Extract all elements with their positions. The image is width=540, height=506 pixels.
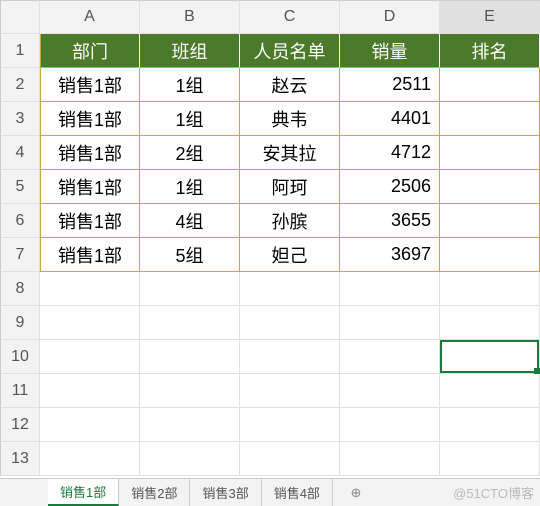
select-all-corner[interactable] — [0, 0, 40, 34]
cell-B5[interactable]: 1组 — [140, 170, 240, 204]
cell-A11[interactable] — [40, 374, 140, 408]
cell-C10[interactable] — [240, 340, 340, 374]
table-header-people[interactable]: 人员名单 — [240, 34, 340, 68]
cell-B10[interactable] — [140, 340, 240, 374]
table-header-dept[interactable]: 部门 — [40, 34, 140, 68]
cell-C3[interactable]: 典韦 — [240, 102, 340, 136]
cell-B7[interactable]: 5组 — [140, 238, 240, 272]
spreadsheet-grid: A B C D E 1部门班组人员名单销量排名2销售1部1组赵云25113销售1… — [0, 0, 540, 476]
cell-E11[interactable] — [440, 374, 540, 408]
table-header-rank[interactable]: 排名 — [440, 34, 540, 68]
cell-E5[interactable] — [440, 170, 540, 204]
col-header-E[interactable]: E — [440, 0, 540, 34]
plus-icon: ⊕ — [350, 485, 361, 501]
cell-E13[interactable] — [440, 442, 540, 476]
cell-A8[interactable] — [40, 272, 140, 306]
cell-D8[interactable] — [340, 272, 440, 306]
cell-C13[interactable] — [240, 442, 340, 476]
cell-D13[interactable] — [340, 442, 440, 476]
cell-B4[interactable]: 2组 — [140, 136, 240, 170]
table-header-sales[interactable]: 销量 — [340, 34, 440, 68]
cell-A7[interactable]: 销售1部 — [40, 238, 140, 272]
row-header-4[interactable]: 4 — [0, 136, 40, 170]
row-header-3[interactable]: 3 — [0, 102, 40, 136]
cell-C8[interactable] — [240, 272, 340, 306]
row-header-9[interactable]: 9 — [0, 306, 40, 340]
cell-D6[interactable]: 3655 — [340, 204, 440, 238]
cell-E10[interactable] — [440, 340, 540, 374]
cell-B2[interactable]: 1组 — [140, 68, 240, 102]
cell-D3[interactable]: 4401 — [340, 102, 440, 136]
cell-B6[interactable]: 4组 — [140, 204, 240, 238]
sheet-tab-1[interactable]: 销售2部 — [119, 479, 190, 506]
col-header-B[interactable]: B — [140, 0, 240, 34]
row-header-7[interactable]: 7 — [0, 238, 40, 272]
cell-A9[interactable] — [40, 306, 140, 340]
cell-A6[interactable]: 销售1部 — [40, 204, 140, 238]
sheet-tab-3[interactable]: 销售4部 — [262, 479, 333, 506]
cell-B8[interactable] — [140, 272, 240, 306]
row-header-12[interactable]: 12 — [0, 408, 40, 442]
cell-E9[interactable] — [440, 306, 540, 340]
cell-A5[interactable]: 销售1部 — [40, 170, 140, 204]
cell-B9[interactable] — [140, 306, 240, 340]
cell-A10[interactable] — [40, 340, 140, 374]
cell-B13[interactable] — [140, 442, 240, 476]
cell-A4[interactable]: 销售1部 — [40, 136, 140, 170]
cell-C2[interactable]: 赵云 — [240, 68, 340, 102]
row-header-11[interactable]: 11 — [0, 374, 40, 408]
row-header-8[interactable]: 8 — [0, 272, 40, 306]
cell-A3[interactable]: 销售1部 — [40, 102, 140, 136]
row-header-2[interactable]: 2 — [0, 68, 40, 102]
cell-E6[interactable] — [440, 204, 540, 238]
cell-E2[interactable] — [440, 68, 540, 102]
cell-D5[interactable]: 2506 — [340, 170, 440, 204]
row-header-10[interactable]: 10 — [0, 340, 40, 374]
cell-C11[interactable] — [240, 374, 340, 408]
cell-C9[interactable] — [240, 306, 340, 340]
row-header-5[interactable]: 5 — [0, 170, 40, 204]
cell-E7[interactable] — [440, 238, 540, 272]
add-sheet-button[interactable]: ⊕ — [339, 479, 373, 506]
cell-D10[interactable] — [340, 340, 440, 374]
col-header-C[interactable]: C — [240, 0, 340, 34]
cell-E12[interactable] — [440, 408, 540, 442]
cell-A2[interactable]: 销售1部 — [40, 68, 140, 102]
cell-D4[interactable]: 4712 — [340, 136, 440, 170]
cell-D7[interactable]: 3697 — [340, 238, 440, 272]
cell-D9[interactable] — [340, 306, 440, 340]
sheet-tab-bar: 销售1部销售2部销售3部销售4部 ⊕ — [0, 478, 540, 506]
cell-D12[interactable] — [340, 408, 440, 442]
row-header-13[interactable]: 13 — [0, 442, 40, 476]
row-header-6[interactable]: 6 — [0, 204, 40, 238]
col-header-A[interactable]: A — [40, 0, 140, 34]
cell-C12[interactable] — [240, 408, 340, 442]
cell-B12[interactable] — [140, 408, 240, 442]
cell-D11[interactable] — [340, 374, 440, 408]
cell-B3[interactable]: 1组 — [140, 102, 240, 136]
cell-A13[interactable] — [40, 442, 140, 476]
cell-A12[interactable] — [40, 408, 140, 442]
table-header-team[interactable]: 班组 — [140, 34, 240, 68]
cell-C4[interactable]: 安其拉 — [240, 136, 340, 170]
cell-D2[interactable]: 2511 — [340, 68, 440, 102]
sheet-tab-0[interactable]: 销售1部 — [48, 479, 119, 506]
cell-E8[interactable] — [440, 272, 540, 306]
row-header-1[interactable]: 1 — [0, 34, 40, 68]
cell-C6[interactable]: 孙膑 — [240, 204, 340, 238]
col-header-D[interactable]: D — [340, 0, 440, 34]
cell-B11[interactable] — [140, 374, 240, 408]
cell-C7[interactable]: 妲己 — [240, 238, 340, 272]
cell-E3[interactable] — [440, 102, 540, 136]
cell-C5[interactable]: 阿珂 — [240, 170, 340, 204]
sheet-tab-2[interactable]: 销售3部 — [190, 479, 261, 506]
cell-E4[interactable] — [440, 136, 540, 170]
